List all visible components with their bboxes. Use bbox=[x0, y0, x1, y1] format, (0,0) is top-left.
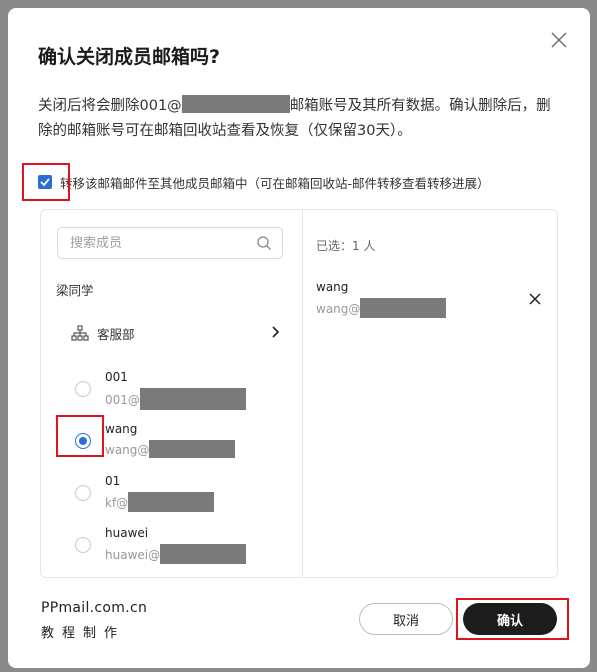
member-email: 001@ bbox=[105, 388, 246, 410]
highlight-confirm-button bbox=[456, 598, 569, 640]
picker-divider bbox=[302, 210, 303, 577]
selected-member-email: wang@ bbox=[316, 298, 447, 318]
member-email: kf@ bbox=[105, 492, 215, 512]
brand-watermark: PPmail.com.cn 教程制作 bbox=[41, 600, 147, 641]
member-email: wang@ bbox=[105, 440, 236, 458]
redacted-email bbox=[128, 492, 215, 512]
highlight-selected-radio bbox=[56, 415, 104, 457]
redacted-email bbox=[360, 298, 447, 318]
member-item[interactable]: 01 kf@ bbox=[71, 474, 283, 518]
org-tree-icon bbox=[71, 325, 89, 341]
chevron-right-icon[interactable] bbox=[269, 325, 281, 339]
close-member-mailbox-dialog: 确认关闭成员邮箱吗? 关闭后将会删除001@ 邮箱账号及其所有数据。确认删除后，删… bbox=[8, 8, 590, 668]
member-radio[interactable] bbox=[75, 537, 91, 553]
member-name: wang bbox=[105, 422, 138, 436]
member-radio[interactable] bbox=[75, 381, 91, 397]
member-picker: 梁同学 客服部 001 001@ wang wang@ 01 k bbox=[40, 209, 558, 578]
search-input[interactable] bbox=[70, 234, 240, 252]
member-name: huawei bbox=[105, 526, 149, 540]
member-name: 01 bbox=[105, 474, 121, 488]
selected-member-name: wang bbox=[316, 280, 349, 294]
dialog-description: 关闭后将会删除001@ 邮箱账号及其所有数据。确认删除后，删除的邮箱账号可在邮箱回… bbox=[38, 94, 558, 144]
member-radio[interactable] bbox=[75, 485, 91, 501]
redacted-email bbox=[139, 388, 246, 410]
member-search[interactable] bbox=[57, 227, 283, 259]
description-part1: 关闭后将会删除001@ bbox=[38, 98, 182, 114]
search-icon[interactable] bbox=[256, 235, 272, 251]
org-name: 梁同学 bbox=[56, 283, 94, 298]
dialog-title: 确认关闭成员邮箱吗? bbox=[38, 46, 221, 68]
transfer-option[interactable]: 转移该邮箱邮件至其他成员邮箱中（可在邮箱回收站-邮件转移查看转移进展） bbox=[38, 172, 490, 192]
close-icon[interactable] bbox=[549, 30, 569, 50]
department-label: 客服部 bbox=[97, 327, 135, 342]
selected-member: wang wang@ bbox=[316, 280, 546, 324]
selected-count: 已选：1 人 bbox=[316, 239, 376, 253]
member-name: 001 bbox=[105, 370, 128, 384]
redacted-email bbox=[160, 544, 247, 564]
cancel-button[interactable]: 取消 bbox=[359, 603, 453, 635]
transfer-label: 转移该邮箱邮件至其他成员邮箱中（可在邮箱回收站-邮件转移查看转移进展） bbox=[60, 175, 490, 191]
department-row[interactable]: 客服部 bbox=[71, 323, 283, 343]
remove-icon[interactable] bbox=[528, 292, 542, 306]
member-item[interactable]: 001 001@ bbox=[71, 370, 283, 414]
redacted-email bbox=[181, 95, 290, 113]
member-email: huawei@ bbox=[105, 544, 247, 564]
brand-caption: 教程制作 bbox=[41, 626, 126, 641]
redacted-email bbox=[149, 440, 236, 458]
member-item[interactable]: huawei huawei@ bbox=[71, 526, 283, 570]
highlight-checkbox bbox=[22, 163, 70, 201]
brand-name: PPmail.com.cn bbox=[41, 600, 148, 616]
